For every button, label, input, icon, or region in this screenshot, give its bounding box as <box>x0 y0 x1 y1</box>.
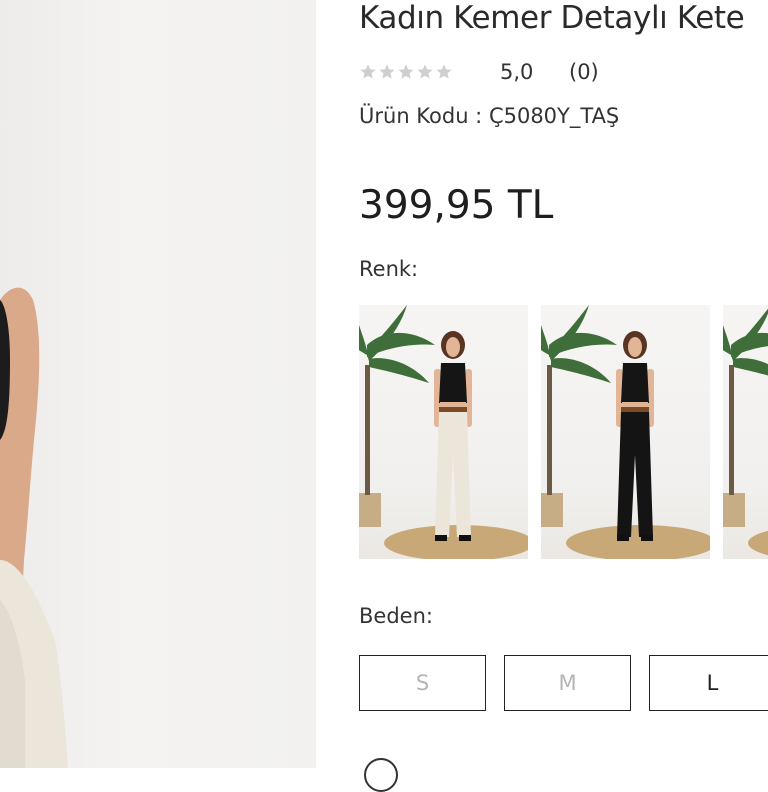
star-icon <box>360 64 376 79</box>
swatch-model-image <box>541 305 710 559</box>
product-code: Ürün Kodu : Ç5080Y_TAŞ <box>359 104 620 128</box>
size-option-l[interactable]: L <box>649 655 768 711</box>
size-option-s[interactable]: S <box>359 655 486 711</box>
partial-circle-icon[interactable] <box>364 758 398 792</box>
star-icon <box>436 64 452 79</box>
size-option-m[interactable]: M <box>504 655 631 711</box>
model-figure-illustration <box>0 287 68 768</box>
rating-value: 5,0 <box>500 60 534 84</box>
review-count-link[interactable]: (0) <box>569 60 599 84</box>
rating-stars <box>359 63 453 81</box>
star-icon <box>398 64 414 79</box>
size-label: Beden: <box>359 604 433 628</box>
color-swatch[interactable] <box>723 305 768 559</box>
star-icon <box>379 64 395 79</box>
rating-row: 5,0 (0) <box>359 60 599 84</box>
product-main-image[interactable] <box>0 0 316 768</box>
swatch-model-image <box>359 305 528 559</box>
color-label: Renk: <box>359 257 419 281</box>
color-swatch[interactable] <box>359 305 528 559</box>
size-option-list: SML <box>359 655 768 713</box>
star-icon <box>417 64 433 79</box>
product-price: 399,95 TL <box>359 183 554 228</box>
product-title: Kadın Kemer Detaylı Kete <box>359 0 745 36</box>
color-swatch-list <box>359 305 768 559</box>
color-swatch[interactable] <box>541 305 710 559</box>
swatch-model-image <box>723 308 768 556</box>
